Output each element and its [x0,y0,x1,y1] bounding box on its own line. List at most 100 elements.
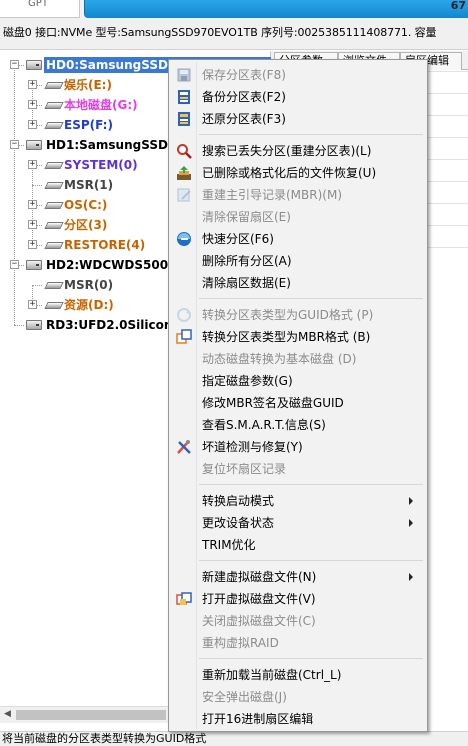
menu-item-label: 查看S.M.A.R.T.信息(S) [202,418,326,432]
menu-search-lost-partitions[interactable]: 搜索已丢失分区(重建分区表)(L) [171,140,425,162]
tree-horizontal-scrollbar[interactable]: ◀ [0,706,171,723]
expand-icon[interactable]: + [28,160,37,169]
menu-reload-disk[interactable]: 重新加载当前磁盘(Ctrl_L) [171,664,425,686]
disk-icon [26,60,42,70]
collapse-icon[interactable]: − [10,60,19,69]
menu-open-hex-editor[interactable]: 打开16进制扇区编辑 [171,708,425,730]
menu-item-label: 转换分区表类型为GUID格式 (P) [202,308,374,322]
menu-bad-sector-repair[interactable]: 坏道检测与修复(Y) [171,436,425,458]
expand-icon[interactable]: + [28,120,37,129]
menu-modify-mbr-signature[interactable]: 修改MBR签名及磁盘GUID [171,392,425,414]
tools-icon [176,439,192,455]
expand-icon[interactable]: + [28,80,37,89]
expand-icon[interactable]: + [28,300,37,309]
menu-item-label: 备份分区表(F2) [202,90,286,104]
menu-item-label: 转换分区表类型为MBR格式 (B) [202,330,371,344]
menu-recover-deleted-files[interactable]: 已删除或格式化后的文件恢复(U) [171,162,425,184]
save-icon [176,67,192,83]
tree-item-label: 娱乐(E:) [64,78,112,92]
expand-icon[interactable]: + [28,240,37,249]
partition-icon [44,182,64,189]
submenu-arrow-icon [409,573,413,581]
tree-item-label: SYSTEM(0) [64,158,138,172]
restore-icon [176,111,192,127]
scroll-thumb[interactable] [16,710,166,720]
menu-item-label: 动态磁盘转换为基本磁盘 (D) [202,352,357,366]
partition-icon [44,282,64,289]
menu-clear-sector-data[interactable]: 清除扇区数据(E) [171,272,425,294]
expand-icon[interactable]: + [28,100,37,109]
menu-new-virtual-disk[interactable]: 新建虚拟磁盘文件(N) [171,566,425,588]
menu-convert-to-guid: 转换分区表类型为GUID格式 (P) [171,304,425,326]
partition-style-tab: GPT [0,0,80,18]
partition-icon [44,102,64,109]
tree-item-label: MSR(1) [64,178,114,192]
tree-item-label: RESTORE(4) [64,238,146,252]
disk-icon [26,260,42,270]
quick-partition-icon [176,231,192,247]
menu-open-virtual-disk[interactable]: 打开虚拟磁盘文件(V) [171,588,425,610]
menu-backup-partition-table[interactable]: 备份分区表(F2) [171,86,425,108]
scroll-left-arrow-icon[interactable]: ◀ [4,709,11,719]
menu-boot-mode[interactable]: 转换启动模式 [171,490,425,512]
tree-item-label: ESP(F:) [64,118,113,132]
expand-icon[interactable]: + [28,220,37,229]
menu-item-label: 新建虚拟磁盘文件(N) [202,570,317,584]
virtual-disk-icon [176,591,192,607]
tree-connector [32,285,42,286]
menu-device-state[interactable]: 更改设备状态 [171,512,425,534]
menu-specify-disk-params[interactable]: 指定磁盘参数(G) [171,370,425,392]
menu-clear-reserved-sectors: 清除保留扇区(E) [171,206,425,228]
menu-quick-partition[interactable]: 快速分区(F6) [171,228,425,250]
menu-item-label: 坏道检测与修复(Y) [202,440,303,454]
menu-item-label: 已删除或格式化后的文件恢复(U) [202,166,377,180]
menu-item-label: 清除保留扇区(E) [202,210,291,224]
search-icon [176,143,192,159]
menu-item-label: 指定磁盘参数(G) [202,374,293,388]
menu-item-label: 更改设备状态 [202,516,275,530]
tree-item-label: RD3:UFD2.0Silicon-P [46,318,187,332]
menu-item-label: 转换启动模式 [202,494,275,508]
disk-info-text: 磁盘0 接口:NVMe 型号:SamsungSSD970EVO1TB 序列号:0… [3,26,437,39]
menu-safe-eject: 安全弹出磁盘(J) [171,686,425,708]
partition-style-label: GPT [28,0,48,9]
mbr-icon [176,187,192,203]
menu-item-label: 修改MBR签名及磁盘GUID [202,396,344,410]
convert-guid-icon [176,307,192,323]
expand-icon[interactable]: + [28,200,37,209]
disk-icon [26,320,42,330]
partition-icon [44,302,64,309]
tree-item-label: 分区(3) [64,218,108,232]
submenu-arrow-icon [409,497,413,505]
menu-view-smart[interactable]: 查看S.M.A.R.T.信息(S) [171,414,425,436]
collapse-icon[interactable]: − [10,140,19,149]
menu-close-virtual-disk: 关闭虚拟磁盘文件(C) [171,610,425,632]
menu-item-label: 重构虚拟RAID [202,636,279,650]
collapse-icon[interactable]: − [10,260,19,269]
menu-separator [199,134,423,135]
menu-item-label: 删除所有分区(A) [202,254,292,268]
menu-restore-partition-table[interactable]: 还原分区表(F3) [171,108,425,130]
menu-item-label: 安全弹出磁盘(J) [202,690,287,704]
partition-icon [44,162,64,169]
capacity-bar: 67 [84,0,468,18]
tree-item-label: 资源(D:) [64,298,114,312]
menu-item-label: 保存分区表(F8) [202,68,286,82]
tree-item-label: 本地磁盘(G:) [64,98,138,112]
status-text: 将当前磁盘的分区表类型转换为GUID格式 [2,732,207,745]
menu-convert-to-mbr[interactable]: 转换分区表类型为MBR格式 (B) [171,326,425,348]
menu-separator [199,560,423,561]
capacity-bar-number: 67 [450,0,466,12]
menu-reset-bad-sector-log: 复位坏扇区记录 [171,458,425,480]
menu-rebuild-mbr: 重建主引导记录(MBR)(M) [171,184,425,206]
partition-icon [44,242,64,249]
menu-item-label: 关闭虚拟磁盘文件(C) [202,614,316,628]
menu-trim[interactable]: TRIM优化 [171,534,425,556]
disk-context-menu: 保存分区表(F8) 备份分区表(F2) 还原分区表(F3) 搜索已丢失分区(重建分区表… [168,59,428,732]
menu-delete-all-partitions[interactable]: 删除所有分区(A) [171,250,425,272]
menu-item-label: 还原分区表(F3) [202,112,286,126]
menu-separator [199,298,423,299]
menu-item-label: 打开16进制扇区编辑 [202,712,314,726]
menu-item-label: 重新加载当前磁盘(Ctrl_L) [202,668,342,682]
menu-item-label: 重建主引导记录(MBR)(M) [202,188,343,202]
